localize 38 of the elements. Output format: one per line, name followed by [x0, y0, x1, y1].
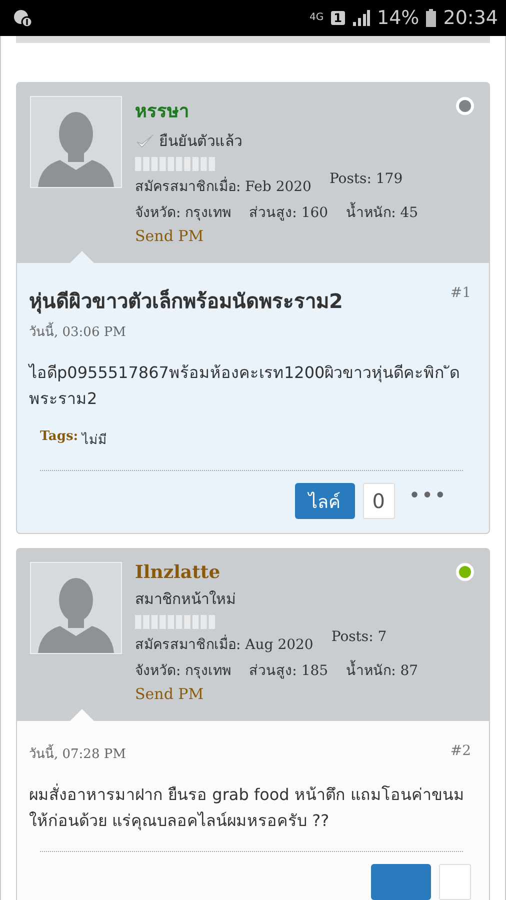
- network-type: 4G: [310, 13, 324, 23]
- send-pm-link[interactable]: Send PM: [135, 227, 204, 245]
- notification-icon: [12, 8, 34, 28]
- user-weight: น้ำหนัก: 87: [346, 659, 418, 682]
- tags-value: ไม่มี: [82, 431, 108, 450]
- tags-label: Tags:: [40, 429, 78, 446]
- post-date: วันนี้, 03:06 PM: [29, 321, 343, 342]
- user-height: ส่วนสูง: 185: [249, 662, 328, 682]
- like-count: 0: [362, 483, 395, 520]
- post-number[interactable]: #2: [450, 743, 471, 760]
- battery-percent: 14%: [377, 7, 420, 29]
- user-height: ส่วนสูง: 160: [249, 204, 328, 223]
- send-pm-link[interactable]: Send PM: [135, 685, 204, 704]
- post-text: ผมสั่งอาหารมาฝาก ยืนรอ grab food หน้าตึก แถมโอนค่าขนมให้ก่อนด้วย แร่คุณบลอคไลน์ผมหรอครับ ??: [29, 782, 466, 832]
- join-date: สมัครสมาชิกเมื่อ: Aug 2020: [135, 633, 314, 656]
- avatar-icon: [30, 562, 122, 654]
- user-title: ยืนยันตัวแล้ว: [159, 131, 242, 152]
- like-button[interactable]: [371, 864, 431, 900]
- battery-icon: [426, 9, 436, 27]
- post-number[interactable]: #1: [450, 285, 471, 301]
- post-title: หุ่นดีผิวขาวตัวเล็กพร้อมนัดพระราม2: [29, 288, 343, 316]
- province: จังหวัด: กรุงเทพ: [135, 204, 232, 223]
- username-link[interactable]: หรรษา: [135, 96, 189, 125]
- user-title: สมาชิกหน้าใหม่: [135, 589, 236, 610]
- signal-icon: [352, 10, 370, 26]
- province: จังหวัด: กรุงเทพ: [135, 662, 232, 682]
- join-date: สมัครสมาชิกเมื่อ: Feb 2020: [135, 175, 312, 197]
- like-button[interactable]: ไลค์: [294, 483, 355, 520]
- user-weight: น้ำหนัก: 45: [346, 201, 418, 223]
- post-count: Posts: 179: [329, 171, 403, 189]
- post-text: ไอดีp0955517867พร้อมห้องคะเรท1200ผิวขาวหุ่นดีคะพิก ัด พระราม2: [29, 362, 461, 410]
- username-link[interactable]: Ilnzlatte: [135, 562, 220, 584]
- post-date: วันนี้, 07:28 PM: [29, 743, 126, 764]
- clock: 20:34: [443, 7, 498, 29]
- sim-indicator: 1: [330, 11, 345, 25]
- avatar-icon: [30, 96, 122, 188]
- post-count: Posts: 7: [331, 629, 387, 648]
- more-options[interactable]: •••: [408, 483, 447, 508]
